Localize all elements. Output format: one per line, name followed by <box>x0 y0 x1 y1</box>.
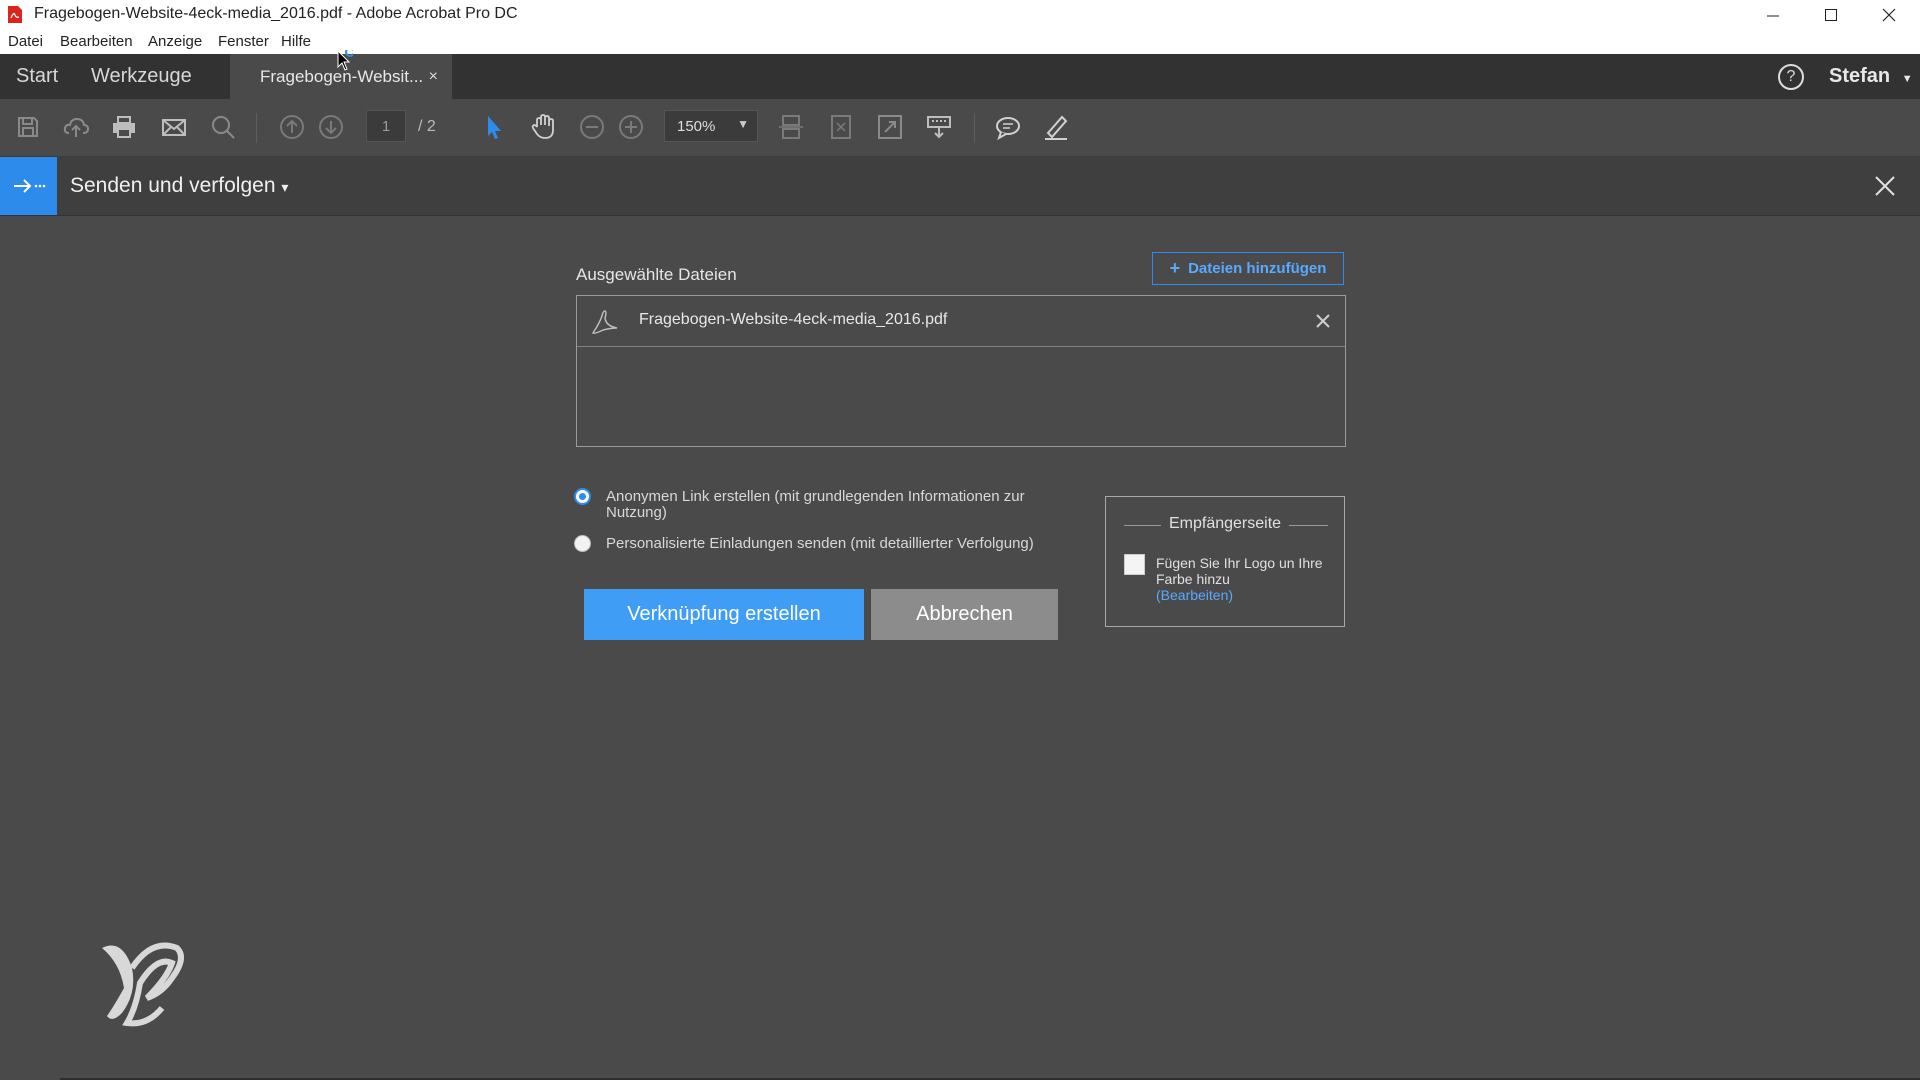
tab-bar: Start Werkzeuge Fragebogen-Websit... × ?… <box>0 54 1920 99</box>
toolbar-separator <box>256 113 257 143</box>
comment-button[interactable] <box>992 111 1024 143</box>
chevron-down-icon: ▼ <box>1901 73 1913 85</box>
panel-header: Senden und verfolgen ▾ <box>0 157 1920 216</box>
search-icon <box>212 116 235 139</box>
close-icon <box>1316 314 1330 328</box>
help-icon: ? <box>1786 68 1796 85</box>
selected-files-label: Ausgewählte Dateien <box>576 265 737 284</box>
tab-start[interactable]: Start <box>16 54 58 99</box>
panel-title: Senden und verfolgen <box>70 174 276 197</box>
logo-color-text: Fügen Sie Ihr Logo un Ihre Farbe hinzu (… <box>1156 555 1336 603</box>
page-total: / 2 <box>418 118 436 135</box>
menu-bar: Datei Bearbeiten Anzeige Fenster Hilfe <box>0 30 1920 55</box>
recipient-title-wrap: Empfängerseite <box>1106 515 1344 533</box>
print-button[interactable] <box>108 111 140 143</box>
email-button[interactable] <box>158 111 190 143</box>
arrow-up-circle-icon <box>280 115 304 139</box>
title-bar: Fragebogen-Website-4eck-media_2016.pdf -… <box>0 0 1920 30</box>
page-scroll-icon <box>779 115 803 139</box>
zoom-value: 150% <box>677 118 716 135</box>
list-item[interactable]: Fragebogen-Website-4eck-media_2016.pdf <box>577 296 1345 347</box>
save-icon <box>18 117 38 137</box>
plus-icon: + <box>1169 258 1181 278</box>
arrow-down-circle-icon <box>319 115 343 139</box>
maximize-icon <box>1825 9 1837 21</box>
read-mode-button[interactable] <box>923 111 955 143</box>
close-icon <box>1882 8 1896 22</box>
radio-anonymous[interactable] <box>574 488 591 505</box>
window-title: Fragebogen-Website-4eck-media_2016.pdf -… <box>34 5 518 22</box>
chevron-down-icon: ▼ <box>737 117 749 131</box>
user-menu[interactable]: Stefan ▼ <box>1829 54 1913 99</box>
menu-hilfe[interactable]: Hilfe <box>281 33 311 50</box>
page-number-input[interactable]: 1 <box>366 110 406 142</box>
menu-anzeige[interactable]: Anzeige <box>148 33 202 50</box>
menu-fenster[interactable]: Fenster <box>218 33 269 50</box>
recipient-title: Empfängerseite <box>1160 515 1290 532</box>
fit-page-icon <box>831 115 851 139</box>
next-page-button[interactable] <box>315 111 347 143</box>
fit-page-button[interactable] <box>825 111 857 143</box>
upload-cloud-button[interactable] <box>60 111 92 143</box>
highlight-button[interactable] <box>1040 111 1072 143</box>
search-button[interactable] <box>207 111 239 143</box>
speech-bubble-icon <box>996 117 1020 141</box>
minimize-icon <box>1767 15 1779 17</box>
panel-close-button[interactable] <box>1868 169 1902 203</box>
panel-title-dropdown[interactable]: Senden und verfolgen ▾ <box>70 174 288 198</box>
arrow-right-icon <box>13 179 45 193</box>
full-screen-button[interactable] <box>874 111 906 143</box>
hand-tool-button[interactable] <box>527 111 559 143</box>
zoom-out-button[interactable] <box>576 111 608 143</box>
toolbar <box>0 99 1920 157</box>
tab-werkzeuge[interactable]: Werkzeuge <box>91 54 192 99</box>
option-anonymous-label: Anonymen Link erstellen (mit grundlegend… <box>606 488 1025 521</box>
select-tool-button[interactable] <box>478 111 510 143</box>
option-personalized-label: Personalisierte Einladungen senden (mit … <box>606 535 1034 552</box>
panel-toggle-button[interactable] <box>0 157 57 215</box>
edit-link[interactable]: (Bearbeiten) <box>1156 587 1233 603</box>
zoom-select[interactable]: 150% ▼ <box>664 110 758 142</box>
keyboard-download-icon <box>927 116 951 139</box>
zoom-in-button[interactable] <box>615 111 647 143</box>
maximize-button[interactable] <box>1802 0 1860 30</box>
close-icon <box>1875 176 1895 196</box>
pointer-arrow-icon <box>488 116 501 139</box>
mouse-cursor-icon <box>337 50 353 71</box>
file-name: Fragebogen-Website-4eck-media_2016.pdf <box>639 311 948 328</box>
logo-color-checkbox[interactable] <box>1124 554 1145 575</box>
help-button[interactable]: ? <box>1778 64 1804 90</box>
cloud-upload-icon <box>63 117 90 137</box>
create-link-button[interactable]: Verknüpfung erstellen <box>584 589 864 640</box>
hand-icon <box>531 114 554 139</box>
save-button[interactable] <box>12 111 44 143</box>
previous-page-button[interactable] <box>276 111 308 143</box>
pdf-file-icon <box>8 6 22 23</box>
minimize-button[interactable] <box>1744 0 1802 30</box>
menu-datei[interactable]: Datei <box>8 33 43 50</box>
envelope-icon <box>162 119 186 136</box>
chevron-down-icon: ▾ <box>281 179 289 195</box>
tab-close-button[interactable]: × <box>429 54 438 99</box>
toolbar-separator <box>974 113 975 143</box>
add-files-button[interactable]: + Dateien hinzufügen <box>1152 252 1344 285</box>
logo-color-label: Fügen Sie Ihr Logo un Ihre Farbe hinzu <box>1156 555 1323 587</box>
expand-icon <box>878 115 902 139</box>
cancel-button[interactable]: Abbrechen <box>871 589 1058 640</box>
plus-circle-icon <box>619 115 643 139</box>
pen-highlight-icon <box>1045 115 1068 140</box>
radio-personalized[interactable] <box>574 535 591 552</box>
window-close-button[interactable] <box>1860 0 1918 30</box>
recipient-page-box: Empfängerseite Fügen Sie Ihr Logo un Ihr… <box>1105 496 1345 627</box>
user-name: Stefan <box>1829 65 1891 87</box>
remove-file-button[interactable] <box>1311 309 1335 333</box>
acrobat-pdf-icon <box>591 310 618 334</box>
minus-circle-icon <box>580 115 604 139</box>
add-files-label: Dateien hinzufügen <box>1188 260 1327 277</box>
menu-bearbeiten[interactable]: Bearbeiten <box>60 33 133 50</box>
file-list: Fragebogen-Website-4eck-media_2016.pdf <box>576 295 1346 447</box>
scroll-mode-button[interactable] <box>775 111 807 143</box>
butterfly-logo-icon <box>102 942 184 1027</box>
printer-icon <box>113 116 135 138</box>
